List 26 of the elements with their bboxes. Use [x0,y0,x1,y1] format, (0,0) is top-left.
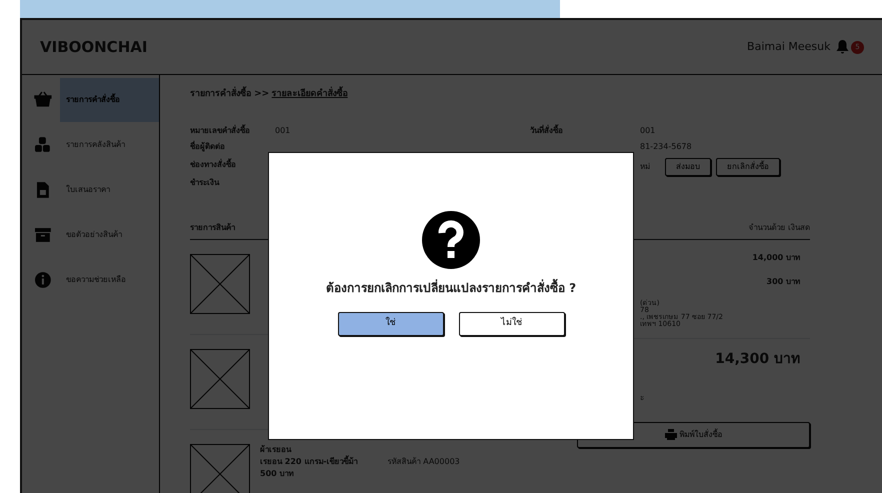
field-value: 001 [640,124,656,136]
field-label: ช่องทางสั่งซื้อ [190,158,237,170]
dialog-button[interactable]: ใช่ [338,312,444,336]
item-price: 300 บาท [766,276,800,288]
field-label: วันที่สั่งซื้อ [530,124,564,136]
field-label: ชำระเงิน [190,176,220,188]
question-icon [422,211,480,269]
product-code: รหัสสินค้า AA00003 [388,456,460,468]
field-value: 001 [275,124,290,136]
dialog-button[interactable]: ไม่ใช่ [458,312,564,336]
field-value: หม่ [640,160,650,172]
item-price: 14,000 บาท [752,252,800,264]
user-name: Baimai Meesuk [747,38,830,55]
field-value: 81-234-5678 [640,140,692,152]
product-name: ผ้าเรยอน [260,444,292,456]
section-heading: รายการสินค้า [190,222,236,234]
note-text: ะ [640,392,644,404]
order-total: 14,300 บาท [715,350,800,368]
product-description: เรยอน 220 แกรม-เขียวขี้ม้า [260,456,358,468]
product-price: 500 บาท [260,468,294,480]
breadcrumb-current: รายละเอียดคำสั่งซื้อ [272,88,348,102]
brand-logo: VIBOONCHAI [40,36,148,58]
column-heading: จำนวนด้วย เงินสด [748,222,810,234]
dialog-message: ต้องการยกเลิกการเปลี่ยนแปลงรายการคำสั่งซื้อ ? [326,279,576,297]
field-label: ชื่อผู้ติดต่อ [190,140,226,152]
field-label: หมายเลขคำสั่งซื้อ [190,124,251,136]
